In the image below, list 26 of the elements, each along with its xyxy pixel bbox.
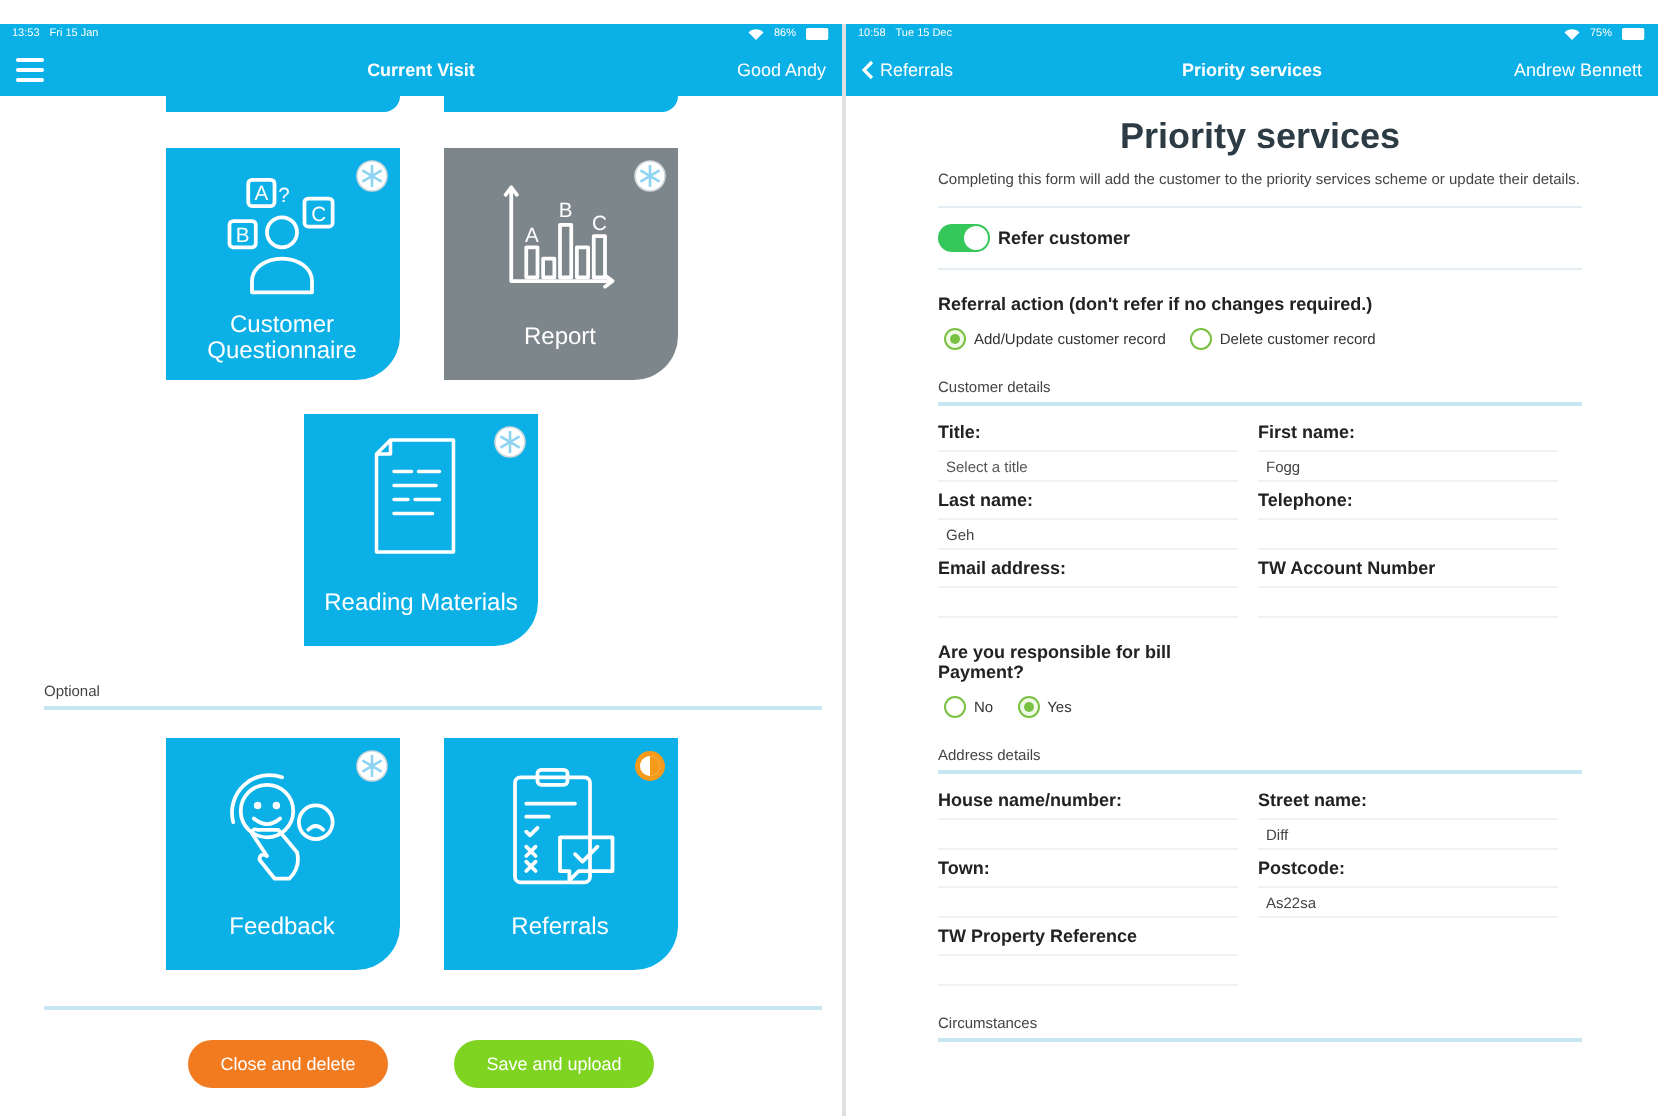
field-label: TW Account Number: [1258, 557, 1438, 582]
toggle-label: Refer customer: [998, 227, 1131, 248]
toggle-switch[interactable]: [938, 223, 990, 252]
question-label: Referral action (don't refer if no changes required.): [938, 293, 1375, 316]
field-label: Email address:: [938, 557, 1069, 582]
field-label: Town:: [938, 858, 992, 883]
menu-icon[interactable]: [16, 57, 44, 81]
battery-icon: [806, 27, 830, 39]
field-label: First name:: [1258, 421, 1358, 446]
field-label: Street name:: [1258, 790, 1370, 815]
nav-title: Priority services: [1181, 59, 1323, 79]
field-label: Last name:: [938, 489, 1036, 514]
field-label: House name/number:: [938, 790, 1125, 815]
field-label: TW Property Reference: [938, 926, 1140, 951]
user-name: Good Andy: [736, 59, 826, 79]
wifi-icon: [1563, 27, 1580, 39]
field-label: Title:: [938, 421, 983, 446]
nav-title: Current Visit: [367, 59, 475, 79]
chevron-left-icon: [862, 59, 874, 79]
question-label: Are you responsible for bill Payment?: [938, 641, 1174, 685]
battery-icon: [1622, 27, 1646, 39]
page-heading: Priority services: [1117, 116, 1403, 158]
field-label: Telephone:: [1258, 489, 1355, 514]
wifi-icon: [747, 27, 764, 39]
field-label: Postcode:: [1258, 858, 1348, 883]
user-name: Andrew Bennett: [1513, 59, 1642, 79]
